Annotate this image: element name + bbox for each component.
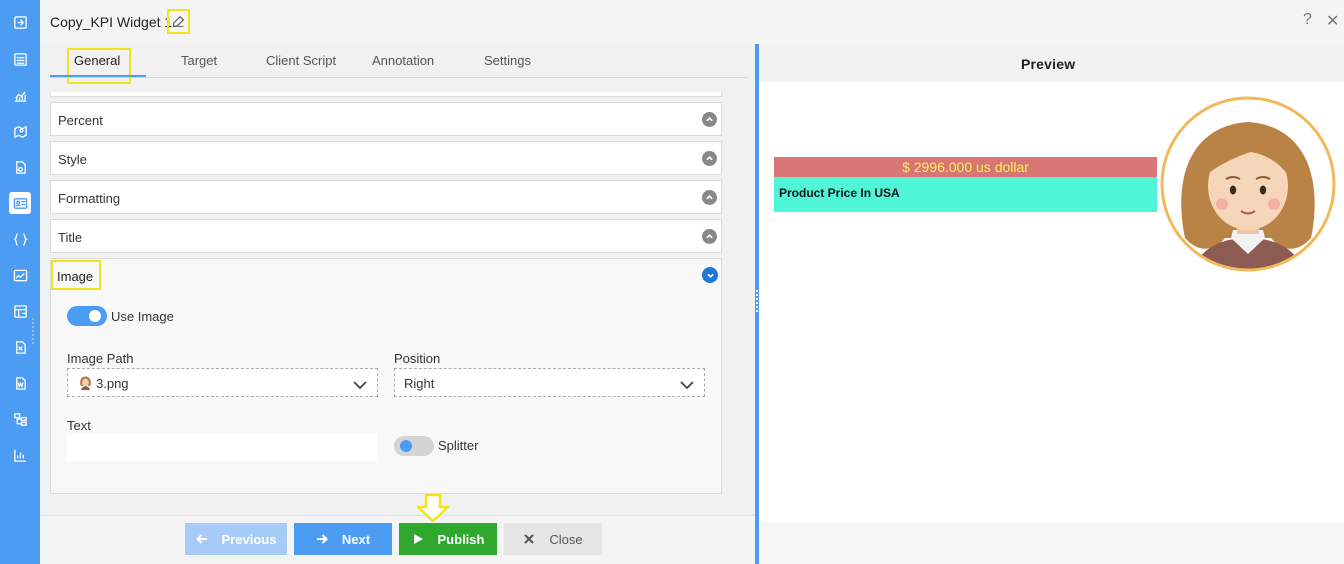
- section-style[interactable]: Style: [50, 141, 722, 175]
- dialog-footer: Previous Next Publish Close: [40, 515, 755, 564]
- image-chart-icon[interactable]: [9, 264, 31, 286]
- section-percent[interactable]: Percent: [50, 102, 722, 136]
- excel-icon[interactable]: [9, 336, 31, 358]
- image-path-label: Image Path: [67, 351, 134, 366]
- map-icon[interactable]: [9, 120, 31, 142]
- sign-in-icon[interactable]: [9, 11, 31, 33]
- position-label: Position: [394, 351, 441, 366]
- preview-title: Preview: [1021, 56, 1076, 72]
- line-chart-icon[interactable]: [9, 84, 31, 106]
- next-label: Next: [341, 531, 371, 547]
- girl-avatar-image: [1160, 96, 1336, 272]
- toggle-knob: [89, 310, 101, 322]
- girl-avatar-icon: [80, 376, 91, 390]
- image-path-select[interactable]: 3.png: [67, 368, 378, 397]
- braces-icon[interactable]: [9, 228, 31, 250]
- use-image-label: Use Image: [111, 309, 174, 324]
- preview-panel: Preview $ 2996.000 us dollar Product Pri…: [759, 44, 1344, 564]
- widget-title: Copy_KPI Widget 1: [50, 14, 173, 30]
- previous-label: Previous: [221, 531, 277, 547]
- close-icon[interactable]: ✕: [1326, 11, 1339, 31]
- image-path-value: 3.png: [96, 376, 129, 391]
- settings-panel: General Target Client Script Annotation …: [32, 44, 755, 564]
- id-card-icon[interactable]: [9, 192, 31, 214]
- list-icon[interactable]: [9, 48, 31, 70]
- splitter-toggle[interactable]: [394, 436, 434, 456]
- arrow-down-annotation-icon: [416, 493, 450, 523]
- section-formatting[interactable]: Formatting: [50, 180, 722, 214]
- close-label: Close: [549, 531, 583, 547]
- tab-settings[interactable]: Settings: [484, 53, 531, 68]
- arrow-right-icon: [316, 534, 328, 544]
- text-label: Text: [67, 418, 91, 433]
- table-icon[interactable]: [9, 300, 31, 322]
- close-button[interactable]: Close: [504, 523, 602, 555]
- chevron-up-icon[interactable]: [702, 151, 717, 166]
- position-select[interactable]: Right: [394, 368, 705, 397]
- help-icon[interactable]: ?: [1303, 11, 1312, 29]
- toggle-knob: [400, 440, 412, 452]
- preview-header: Preview: [759, 44, 1344, 82]
- text-input[interactable]: [67, 434, 377, 461]
- splitter-grip-icon[interactable]: [756, 288, 758, 314]
- pencil-edit-icon[interactable]: [167, 9, 190, 34]
- dialog-header: Copy_KPI Widget 1 ? ✕: [40, 0, 1344, 44]
- kpi-value: $ 2996.000 us dollar: [774, 157, 1157, 177]
- chevron-down-icon[interactable]: [702, 267, 718, 283]
- section-title[interactable]: Title: [50, 219, 722, 253]
- bar-chart-icon[interactable]: [9, 444, 31, 466]
- section-label: Formatting: [58, 191, 121, 206]
- section-image: Image Use Image Image Path 3.png Positio…: [50, 258, 722, 494]
- section-label: Title: [58, 230, 83, 245]
- active-tab-underline: [50, 75, 146, 77]
- position-value: Right: [404, 376, 435, 391]
- chevron-up-icon[interactable]: [702, 229, 717, 244]
- chevron-up-icon[interactable]: [702, 190, 717, 205]
- arrow-left-icon: [195, 534, 207, 544]
- tab-annotation[interactable]: Annotation: [372, 53, 434, 68]
- left-rail: [0, 0, 40, 564]
- chevron-up-icon[interactable]: [702, 112, 717, 127]
- drag-handle-icon[interactable]: [32, 316, 36, 344]
- splitter-label: Splitter: [438, 438, 479, 453]
- publish-label: Publish: [437, 531, 485, 547]
- publish-button[interactable]: Publish: [399, 523, 497, 555]
- accordion-list: Percent Style Formatting Title Image Use…: [50, 92, 722, 512]
- chevron-down-icon[interactable]: [353, 377, 367, 390]
- preview-footer: [759, 522, 1344, 564]
- word-icon[interactable]: [9, 372, 31, 394]
- kpi-label-bar: Product Price In USA: [774, 177, 1157, 212]
- section-label: Style: [58, 152, 87, 167]
- document-icon[interactable]: [9, 156, 31, 178]
- use-image-toggle[interactable]: [67, 306, 107, 326]
- close-icon: [524, 534, 535, 544]
- section-label: Percent: [58, 113, 103, 128]
- tab-bar: General Target Client Script Annotation …: [50, 44, 748, 84]
- chevron-down-icon[interactable]: [680, 377, 694, 390]
- tree-icon[interactable]: [9, 408, 31, 430]
- tab-highlight-box: [67, 48, 131, 84]
- collapsed-section-edge: [50, 92, 722, 97]
- image-highlight-box: [51, 260, 101, 290]
- previous-button[interactable]: Previous: [185, 523, 287, 555]
- next-button[interactable]: Next: [294, 523, 392, 555]
- kpi-label: Product Price In USA: [779, 186, 900, 200]
- tab-target[interactable]: Target: [181, 53, 217, 68]
- tab-client-script[interactable]: Client Script: [266, 53, 336, 68]
- play-icon: [413, 534, 423, 544]
